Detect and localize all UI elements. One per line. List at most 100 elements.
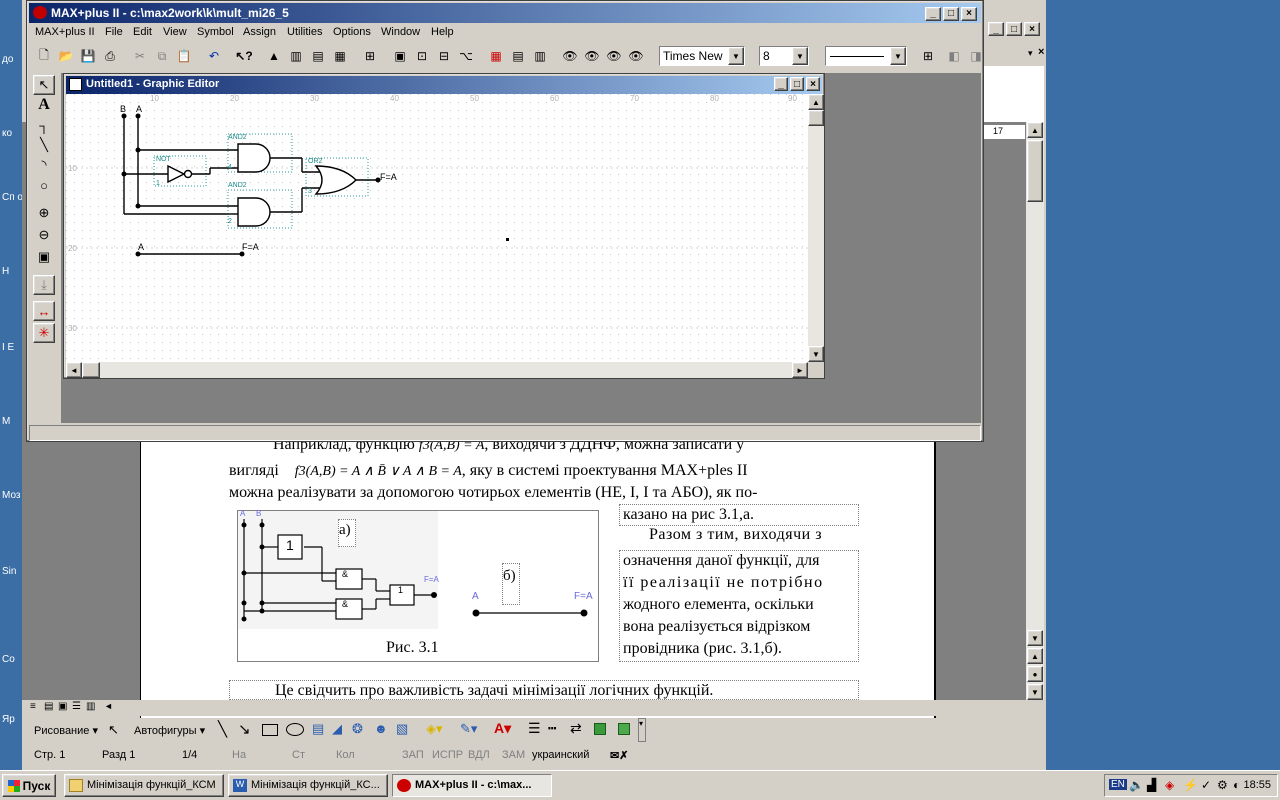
normal-view-icon[interactable]: ≡ [30,701,36,712]
editor-horizontal-scrollbar[interactable]: ◄ ► [66,362,808,378]
print-icon[interactable]: ⎙ [99,45,121,67]
cut-icon[interactable]: ✂ [129,45,151,67]
minimize-icon[interactable]: _ [774,77,788,91]
project-set-icon[interactable]: ▣ [389,45,411,67]
chevron-down-icon[interactable]: ▼ [728,47,744,65]
or-gate-label[interactable]: OR2 [308,158,322,165]
wire-output-label[interactable]: F=A [242,242,259,252]
undo-icon[interactable]: ↶ [203,45,225,67]
find-dest-icon[interactable]: 👁 [625,45,647,67]
scroll-down-icon[interactable]: ▼ [808,346,824,362]
app-icon[interactable] [33,6,47,19]
chevron-down-icon[interactable]: ▼ [890,47,906,65]
task-button[interactable]: W Мінімізація функцій_КС... [228,774,388,797]
zoom-in-icon[interactable]: ⊕ [33,203,55,223]
close-icon[interactable]: × [1024,22,1040,36]
diagram-icon[interactable]: ❂ [352,721,363,737]
new-file-icon[interactable]: 🗋 [33,45,55,67]
dash-style-icon[interactable]: ┅ [548,720,556,737]
compiler-icon[interactable]: ▦ [485,45,507,67]
chevron-down-icon[interactable]: ▾ [1028,48,1033,59]
scroll-left-icon[interactable]: ◄ [66,362,82,378]
editor-icon[interactable] [69,78,82,91]
diagonal-line-icon[interactable]: ╲ [33,135,55,155]
status-ovr[interactable]: ЗАМ [502,749,525,761]
clock[interactable]: 18:55 [1243,779,1271,791]
next-page-icon[interactable]: ▼ [1027,684,1043,700]
context-help-icon[interactable]: ↖? [233,45,255,67]
scroll-up-icon[interactable]: ▲ [1027,122,1043,138]
and-gate-label[interactable]: AND2 [228,134,247,141]
floorplan-icon[interactable]: ⊞ [359,45,381,67]
orthogonal-line-icon[interactable]: ┐ [33,115,55,135]
fit-window-icon[interactable]: ▣ [33,247,55,267]
rubberband-icon[interactable]: ⊞ [917,45,939,67]
scroll-right-icon[interactable]: ► [792,362,808,378]
editor-titlebar[interactable]: Untitled1 - Graphic Editor _ □ × [66,76,822,94]
save-icon[interactable]: 💾 [77,45,99,67]
figure-frame[interactable]: A B 1 & & 1 F=A а) б) A F=A Рис. 3.1 [237,509,599,662]
menu-options[interactable]: Options [333,26,371,38]
hierarchy-tree-icon[interactable]: ⌥ [455,45,477,67]
menu-maxplus[interactable]: MAX+plus II [35,26,95,38]
wire-input-label[interactable]: A [138,242,144,252]
select-arrow-icon[interactable]: ↖ [108,722,119,738]
rubberbanding-icon[interactable]: ⤓ [33,275,55,295]
web-view-icon[interactable]: ▤ [44,701,53,712]
scroll-thumb[interactable] [82,362,100,378]
menu-symbol[interactable]: Symbol [197,26,234,38]
hierarchy-project-icon[interactable]: ▦ [329,45,351,67]
print-view-icon[interactable]: ▣ [58,701,67,712]
minimize-icon[interactable]: _ [925,6,941,21]
maximize-icon[interactable]: □ [790,77,804,91]
scroll-thumb[interactable] [1027,140,1043,202]
menu-help[interactable]: Help [431,26,454,38]
and-gate-label[interactable]: AND2 [228,182,247,189]
clipart-icon[interactable]: ☻ [374,721,388,736]
outline-view-icon[interactable]: ☰ [72,701,81,712]
scroll-up-icon[interactable]: ▲ [808,94,824,110]
antivirus-icon[interactable]: ◈ [1165,778,1174,792]
tray-app-icon[interactable]: ✓ [1201,778,1211,792]
copy-icon[interactable]: ⧉ [151,45,173,67]
task-button[interactable]: Мінімізація функцій_КСМ [64,774,224,797]
minimize-icon[interactable]: _ [988,22,1004,36]
menu-file[interactable]: File [105,26,123,38]
menu-assign[interactable]: Assign [243,26,276,38]
scroll-left-icon[interactable]: ◄ [104,701,113,711]
input-pin-a[interactable]: A [136,104,142,114]
status-rec[interactable]: ЗАП [402,749,424,761]
schematic-canvas[interactable]: 10 20 30 40 50 60 70 80 90 10 20 30 B A … [66,94,808,362]
tray-app-icon[interactable]: ◐ [1233,778,1240,792]
prev-page-icon[interactable]: ▲ [1027,648,1043,664]
close-icon[interactable]: × [961,6,977,21]
close-icon[interactable]: × [1038,46,1044,58]
start-button[interactable]: Пуск [2,774,56,797]
3d-icon[interactable] [618,723,630,735]
line-style-combo[interactable]: ▼ [825,46,907,66]
browse-object-icon[interactable]: ● [1027,666,1043,682]
hierarchy-icon[interactable]: ▥ [285,45,307,67]
line-color-icon[interactable]: ✎▾ [460,721,477,737]
hierarchy-up-icon[interactable]: ▲ [263,45,285,67]
paste-icon[interactable]: 📋 [173,45,195,67]
simulator-icon[interactable]: ▤ [507,45,529,67]
project-compile-icon[interactable]: ⊟ [433,45,455,67]
connect-dots-icon[interactable]: ↔ [33,301,55,321]
size-grip[interactable] [808,362,824,378]
hierarchy-top-icon[interactable]: ▤ [307,45,329,67]
shadow-icon[interactable] [594,723,606,735]
menu-edit[interactable]: Edit [133,26,152,38]
find-source-icon[interactable]: 👁 [603,45,625,67]
selection-tool-icon[interactable]: ↖ [33,75,55,95]
cross-wires-icon[interactable]: ✳ [33,323,55,343]
chevron-down-icon[interactable]: ▼ [792,47,808,65]
usb-icon[interactable]: ⚡ [1183,778,1198,792]
input-pin-b[interactable]: B [120,104,126,114]
output-pin[interactable]: F=A [380,172,397,182]
horizontal-scrollbar[interactable]: ≡ ▤ ▣ ☰ ▥ ◄ [24,700,1024,716]
find-text-icon[interactable]: 👁 [559,45,581,67]
text-tool-icon[interactable]: A [33,95,55,115]
arc-tool-icon[interactable]: ◝ [33,155,55,175]
font-name-combo[interactable]: Times New ▼ [659,46,745,66]
